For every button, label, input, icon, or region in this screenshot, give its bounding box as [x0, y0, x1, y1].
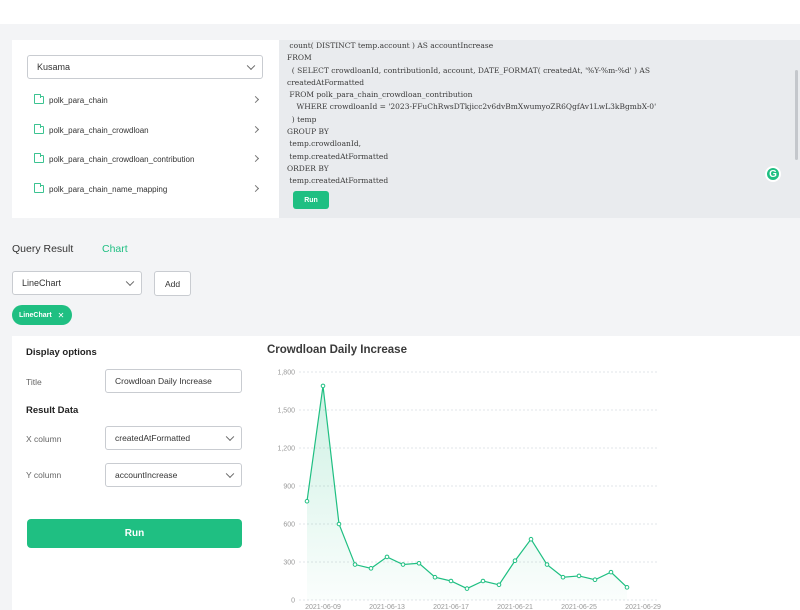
y-tick-label: 0 — [291, 598, 295, 605]
data-point[interactable] — [512, 558, 518, 564]
data-point[interactable] — [400, 562, 406, 567]
code-line: WHERE crowdloanId = '2023-FFuChRwsDTkjic… — [287, 102, 657, 112]
data-point[interactable] — [624, 585, 630, 590]
code-line: ) temp — [287, 114, 317, 124]
data-point[interactable] — [464, 586, 470, 591]
grammarly-icon[interactable]: G — [765, 166, 781, 182]
x-column-select[interactable]: createdAtFormatted — [105, 426, 242, 450]
data-point[interactable] — [432, 574, 438, 580]
data-point[interactable] — [496, 582, 502, 588]
code-line: ORDER BY — [287, 163, 329, 173]
data-point[interactable] — [304, 498, 310, 504]
table-item-label: polk_para_chain — [49, 95, 108, 105]
chart-type-select[interactable]: LineChart — [12, 271, 142, 295]
x-tick-label: 2021-06-21 — [497, 604, 533, 610]
x-tick-label: 2021-06-13 — [369, 604, 405, 610]
code-line: temp.crowdloanId, — [287, 139, 362, 149]
display-options-heading: Display options — [26, 347, 97, 358]
series-line — [306, 385, 628, 590]
data-point[interactable] — [336, 521, 342, 527]
database-select-value: Kusama — [37, 62, 71, 72]
x-tick-label: 2021-06-25 — [561, 604, 597, 610]
code-line: FROM polk_para_chain_crowdloan_contribut… — [287, 90, 473, 100]
tab-chart[interactable]: Chart — [102, 243, 128, 255]
chevron-down-icon — [246, 61, 256, 71]
x-column-label: X column — [26, 434, 62, 444]
folder-icon — [34, 153, 44, 163]
folder-icon — [34, 183, 44, 193]
database-select[interactable]: Kusama — [27, 55, 263, 79]
x-tick-label: 2021-06-29 — [625, 604, 661, 610]
data-point[interactable] — [592, 577, 598, 583]
sql-editor[interactable]: count( DISTINCT temp.account ) AS accoun… — [279, 40, 800, 218]
line-chart: 0 300 600 900 1,200 1,500 1,800 2021-06-09 2021-… — [277, 370, 661, 610]
table-item-polk-para-chain-name-mapping[interactable]: polk_para_chain_name_mapping — [34, 181, 262, 197]
chevron-right-icon — [251, 154, 260, 163]
folder-icon — [34, 94, 44, 104]
y-tick-label: 300 — [283, 560, 295, 567]
chevron-down-icon — [225, 432, 235, 442]
data-point[interactable] — [560, 574, 566, 580]
data-point[interactable] — [544, 562, 550, 567]
title-label: Title — [26, 377, 42, 387]
table-item-polk-para-chain-crowdloan-contribution[interactable]: polk_para_chain_crowdloan_contribution — [34, 151, 262, 167]
schema-panel: Kusama polk_para_chain polk_para_chain_c… — [12, 40, 279, 218]
sql-code[interactable]: count( DISTINCT temp.account ) AS accoun… — [287, 40, 656, 188]
data-point[interactable] — [480, 578, 486, 584]
editor-run-button[interactable]: Run — [293, 191, 329, 209]
close-icon[interactable]: ✕ — [58, 311, 65, 320]
x-tick-label: 2021-06-17 — [433, 604, 469, 610]
data-point[interactable] — [384, 554, 390, 560]
code-line: count( DISTINCT temp.account ) AS accoun… — [287, 41, 494, 50]
code-line: FROM — [287, 53, 312, 63]
table-item-label: polk_para_chain_name_mapping — [49, 184, 168, 194]
y-tick-label: 1,500 — [277, 408, 295, 415]
table-item-label: polk_para_chain_crowdloan_contribution — [49, 154, 195, 164]
code-line: createdAtFormatted — [287, 77, 364, 87]
add-chart-button[interactable]: Add — [154, 271, 191, 296]
editor-scrollbar[interactable] — [795, 70, 798, 160]
tab-query-result[interactable]: Query Result — [12, 243, 73, 255]
y-tick-label: 1,200 — [277, 446, 295, 453]
data-point[interactable] — [320, 383, 326, 389]
table-item-polk-para-chain-crowdloan[interactable]: polk_para_chain_crowdloan — [34, 122, 262, 138]
data-point[interactable] — [368, 566, 374, 571]
code-line: temp.createdAtFormatted — [287, 151, 389, 161]
folder-icon — [34, 124, 44, 134]
area-fill — [307, 385, 627, 600]
code-line: GROUP BY — [287, 127, 329, 137]
chevron-down-icon — [225, 469, 235, 479]
y-column-value: accountIncrease — [115, 470, 178, 480]
code-line: temp.createdAtFormatted — [287, 176, 389, 186]
y-tick-label: 1,800 — [277, 370, 295, 377]
chart-type-select-value: LineChart — [22, 278, 62, 288]
chart-panel: Crowdloan Daily Increase 0 300 600 900 1,200… — [255, 336, 800, 610]
data-point[interactable] — [416, 560, 422, 566]
table-item-label: polk_para_chain_crowdloan — [49, 125, 149, 135]
display-options-panel: Display options Title Crowdloan Daily In… — [12, 336, 255, 610]
y-column-label: Y column — [26, 470, 62, 480]
chevron-down-icon — [125, 277, 135, 287]
run-button[interactable]: Run — [27, 519, 242, 548]
data-point[interactable] — [576, 573, 582, 579]
title-input[interactable]: Crowdloan Daily Increase — [105, 369, 242, 393]
x-column-value: createdAtFormatted — [115, 433, 191, 443]
x-tick-label: 2021-06-09 — [305, 604, 341, 610]
chevron-right-icon — [251, 125, 260, 134]
result-data-heading: Result Data — [26, 405, 79, 416]
y-column-select[interactable]: accountIncrease — [105, 463, 242, 487]
chart-chip-label: LineChart — [19, 311, 52, 319]
chart-chip[interactable]: LineChart ✕ — [12, 305, 72, 325]
data-point[interactable] — [608, 569, 614, 575]
data-point[interactable] — [528, 536, 534, 542]
chevron-right-icon — [251, 95, 260, 104]
data-point[interactable] — [448, 578, 454, 584]
chevron-right-icon — [251, 184, 260, 193]
data-point[interactable] — [352, 562, 358, 567]
top-bar — [0, 0, 800, 24]
code-line: ( SELECT crowdloanId, contributionId, ac… — [287, 65, 650, 75]
table-item-polk-para-chain[interactable]: polk_para_chain — [34, 92, 262, 108]
y-tick-label: 600 — [283, 522, 295, 529]
y-tick-label: 900 — [283, 484, 295, 491]
